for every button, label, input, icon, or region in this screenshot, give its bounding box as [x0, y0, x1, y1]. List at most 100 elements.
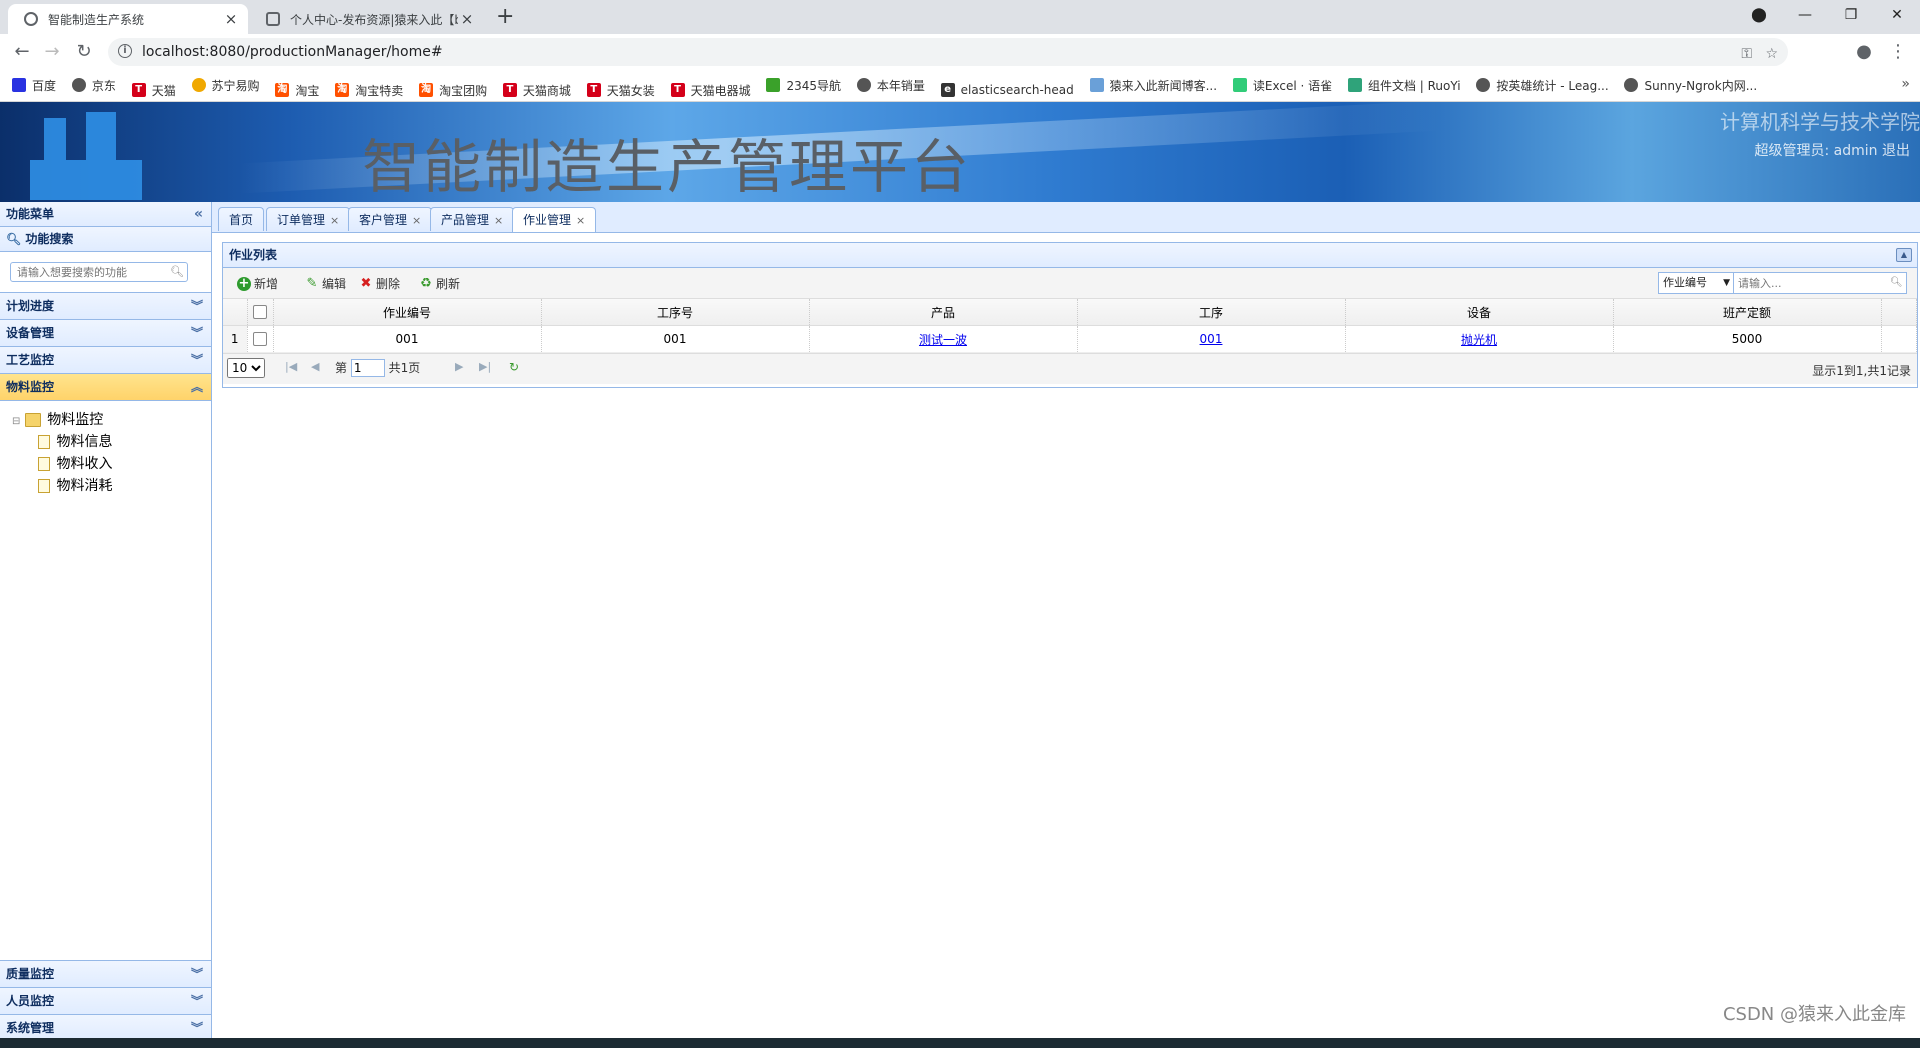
table-row[interactable]: 1 001 001 测试一波 001 抛光机 5000: [223, 325, 1917, 353]
sidebar-item-personnel[interactable]: 人员监控 ︾: [0, 988, 211, 1015]
browser-tab[interactable]: 个人中心-发布资源|猿来入此【b ×: [250, 4, 484, 34]
browser-tab-strip: 智能制造生产系统 × 个人中心-发布资源|猿来入此【b × + ⬤ — ❐ ✕: [0, 0, 1920, 34]
profile-menu-icon[interactable]: ⬤: [1736, 0, 1782, 30]
tab-customers[interactable]: 客户管理 ×: [348, 207, 433, 231]
reload-icon[interactable]: ↻: [509, 360, 519, 374]
select-all-checkbox[interactable]: [253, 305, 267, 320]
globe-icon: [71, 78, 86, 92]
row-checkbox[interactable]: [253, 332, 267, 347]
tree-node-material-income[interactable]: 物料收入: [12, 453, 211, 475]
sidebar-item-plan-progress[interactable]: 计划进度 ︾: [0, 293, 211, 320]
bookmark-item[interactable]: 读Excel · 语雀: [1232, 70, 1332, 100]
tab-orders[interactable]: 订单管理 ×: [266, 207, 351, 231]
bookmark-item[interactable]: 2345导航: [766, 70, 841, 100]
globe-icon: [856, 78, 871, 92]
bookmark-item[interactable]: e elasticsearch-head: [940, 75, 1074, 101]
address-bar[interactable]: i localhost:8080/productionManager/home#…: [108, 38, 1788, 66]
window-close-button[interactable]: ✕: [1874, 0, 1920, 30]
bookmark-item[interactable]: T 天猫商城: [502, 75, 571, 101]
cell-process-number: 001: [541, 325, 810, 353]
search-icon[interactable]: 🔍︎: [170, 265, 184, 278]
collapse-left-icon[interactable]: «: [194, 202, 203, 226]
bookmark-item[interactable]: 猿来入此新闻博客...: [1089, 70, 1217, 100]
bookmarks-overflow-icon[interactable]: »: [1901, 76, 1910, 92]
column-header[interactable]: 作业编号: [273, 299, 542, 326]
refresh-button[interactable]: ♻ 刷新: [419, 275, 460, 292]
key-icon[interactable]: ⚿: [1741, 46, 1752, 62]
page-size-select[interactable]: 10: [227, 358, 265, 378]
bookmark-item[interactable]: 淘淘宝团购: [419, 75, 487, 101]
close-icon[interactable]: ×: [330, 214, 339, 227]
app-root: 智能制造生产管理平台 计算机科学与技术学院 超级管理员: admin 退出 功能…: [0, 102, 1920, 1042]
browser-tab-active[interactable]: 智能制造生产系统 ×: [8, 4, 248, 34]
kebab-menu-icon[interactable]: ⋮: [1886, 40, 1910, 64]
sidebar-item-process-monitor[interactable]: 工艺监控 ︾: [0, 347, 211, 374]
forward-icon[interactable]: →: [40, 40, 64, 64]
avatar[interactable]: ●: [1852, 40, 1876, 64]
bookmark-item[interactable]: T 天猫电器城: [670, 75, 751, 101]
content-tabs: 首页 订单管理 × 客户管理 × 产品管理 × 作业管理 ×: [212, 202, 1920, 233]
close-icon[interactable]: ×: [222, 10, 240, 28]
column-header[interactable]: 班产定额: [1613, 299, 1882, 326]
bookmark-item[interactable]: 组件文档 | RuoYi: [1347, 70, 1461, 100]
reload-icon[interactable]: ↻: [72, 40, 96, 64]
tab-jobs[interactable]: 作业管理 ×: [512, 207, 597, 232]
close-icon[interactable]: ×: [494, 214, 503, 227]
bookmark-item[interactable]: T 天猫: [131, 75, 176, 101]
product-link[interactable]: 测试一波: [919, 333, 967, 347]
tab-products[interactable]: 产品管理 ×: [430, 207, 515, 231]
sidebar-search-header: 🔍︎ 功能搜索: [0, 227, 211, 252]
sidebar-item-equipment[interactable]: 设备管理 ︾: [0, 320, 211, 347]
tree-expand-icon[interactable]: ⊟: [12, 416, 20, 427]
bookmark-item[interactable]: T 天猫女装: [586, 75, 655, 101]
edit-button[interactable]: ✎ 编辑: [305, 275, 346, 292]
bookmark-item[interactable]: 京东: [71, 70, 116, 100]
equipment-link[interactable]: 抛光机: [1461, 333, 1497, 347]
grid-search-input[interactable]: [1734, 273, 1890, 293]
bookmark-item[interactable]: Sunny-Ngrok内网...: [1624, 70, 1757, 100]
prev-page-icon[interactable]: ◀: [311, 360, 319, 373]
add-button[interactable]: + 新增: [237, 275, 278, 292]
globe-icon: [24, 12, 38, 26]
search-field-select[interactable]: 作业编号 ▼: [1659, 273, 1734, 293]
column-header[interactable]: 设备: [1345, 299, 1614, 326]
column-header[interactable]: 工序: [1077, 299, 1346, 326]
function-search-input[interactable]: [10, 262, 188, 282]
close-icon[interactable]: ×: [458, 10, 476, 28]
collapse-panel-icon[interactable]: ▲: [1896, 248, 1912, 262]
back-icon[interactable]: ←: [10, 40, 34, 64]
tree-node-material-info[interactable]: 物料信息: [12, 431, 211, 453]
minimize-button[interactable]: —: [1782, 0, 1828, 30]
process-link[interactable]: 001: [1200, 332, 1223, 346]
sidebar-item-quality[interactable]: 质量监控 ︾: [0, 960, 211, 988]
tree-node-root[interactable]: ⊟ 物料监控: [12, 409, 211, 431]
browser-tab-title: 智能制造生产系统: [48, 12, 145, 27]
bookmark-item[interactable]: 百度: [12, 70, 56, 100]
row-select-cell: [247, 325, 274, 353]
bookmark-item[interactable]: 苏宁易购: [191, 70, 260, 100]
page-number-input[interactable]: [350, 359, 385, 377]
star-icon[interactable]: ☆: [1765, 46, 1778, 62]
last-page-icon[interactable]: ▶|: [479, 360, 491, 373]
add-icon: +: [237, 275, 251, 291]
bookmark-item[interactable]: 淘淘宝: [275, 75, 319, 101]
close-icon[interactable]: ×: [412, 214, 421, 227]
delete-button[interactable]: ✖ 删除: [359, 275, 400, 292]
first-page-icon[interactable]: |◀: [285, 360, 297, 373]
bookmark-item[interactable]: 按英雄统计 - Leag...: [1476, 70, 1609, 100]
column-header[interactable]: 工序号: [541, 299, 810, 326]
search-icon[interactable]: 🔍︎: [1890, 273, 1906, 293]
user-info[interactable]: 超级管理员: admin 退出: [1755, 140, 1910, 160]
restore-button[interactable]: ❐: [1828, 0, 1874, 30]
column-header[interactable]: 产品: [809, 299, 1078, 326]
url-text[interactable]: localhost:8080/productionManager/home#: [142, 38, 443, 66]
tree-node-material-consume[interactable]: 物料消耗: [12, 475, 211, 497]
bookmark-item[interactable]: 淘淘宝特卖: [335, 75, 403, 101]
next-page-icon[interactable]: ▶: [455, 360, 463, 373]
new-tab-button[interactable]: +: [496, 4, 514, 29]
tab-home[interactable]: 首页: [218, 207, 265, 231]
close-icon[interactable]: ×: [576, 214, 585, 227]
sidebar-item-material-monitor[interactable]: 物料监控 ︽: [0, 374, 211, 401]
site-info-icon[interactable]: i: [118, 44, 132, 58]
bookmark-item[interactable]: 本年销量: [856, 70, 925, 100]
